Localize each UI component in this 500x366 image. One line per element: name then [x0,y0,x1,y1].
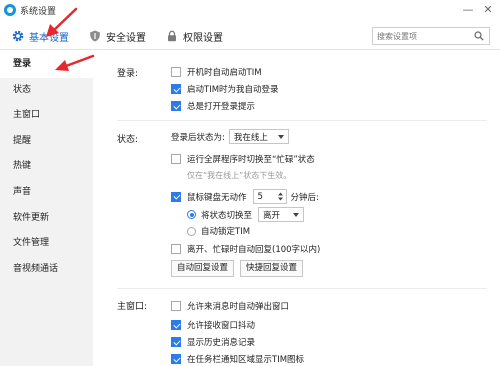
auto-reply-settings-button[interactable]: 自动回复设置 [171,260,235,277]
radio-switch-status[interactable]: 将状态切换至 离开 [187,207,305,222]
option-fullscreen-busy[interactable]: 运行全屏程序时切换至“忙碌”状态 [171,153,315,165]
after-login-status: 登录后状态为: 我在线上 [171,129,289,144]
option-tray-icon[interactable]: 在任务栏通知区域显示TIM图标 [171,353,304,365]
option-label: 在任务栏通知区域显示TIM图标 [187,355,305,365]
lock-icon [168,30,176,42]
sidebar-item-login[interactable]: 登录 [0,52,93,78]
sidebar-item-hotkey[interactable]: 热键 [0,154,93,180]
option-label: 鼠标键盘无动作 [187,192,247,203]
section-label-main-window: 主窗口: [117,302,148,312]
radio-selected[interactable] [187,210,196,219]
sidebar-item-main-window[interactable]: 主窗口 [0,103,93,129]
option-label: 显示历史消息记录 [187,338,256,348]
stepper-arrows-icon[interactable] [277,191,284,202]
settings-sidebar: 登录 状态 主窗口 提醒 热键 声音 软件更新 文件管理 音视频通话 [0,52,93,366]
checkbox[interactable] [171,154,181,164]
window-title: 系统设置 [20,7,57,17]
section-label-login: 登录: [117,69,139,79]
checkbox-checked[interactable] [171,84,181,94]
sidebar-item-sound[interactable]: 声音 [0,180,93,206]
option-idle[interactable]: 鼠标键盘无动作 5 分钟后: [171,189,319,204]
checkbox-checked[interactable] [171,191,181,202]
checkbox[interactable] [171,67,181,77]
chevron-down-icon [277,134,284,139]
checkbox-checked[interactable] [171,354,181,364]
option-login-prompt[interactable]: 总是打开登录提示 [171,100,255,112]
idle-suffix: 分钟后: [290,192,319,203]
minimize-button[interactable]: — [460,2,476,18]
tab-label: 权限设置 [183,32,223,44]
option-label: 启动TIM时为我自动登录 [187,85,279,95]
settings-content: 登录: 开机时自动启动TIM 启动TIM时为我自动登录 总是打开登录提示 状态:… [93,52,500,366]
section-divider [117,288,487,289]
radio[interactable] [187,226,196,236]
radio-label: 将状态切换至 [201,210,253,221]
sidebar-item-software-update[interactable]: 软件更新 [0,206,93,232]
after-login-label: 登录后状态为: [171,132,225,143]
option-label: 总是打开登录提示 [187,102,256,112]
sidebar-item-status[interactable]: 状态 [0,78,93,104]
checkbox-checked[interactable] [171,320,181,330]
sidebar-item-reminder[interactable]: 提醒 [0,129,93,155]
sidebar-item-av-call[interactable]: 音视频通话 [0,257,93,283]
option-label: 允许接收窗口抖动 [187,321,256,331]
tab-label: 基本设置 [29,32,69,44]
switch-status-dropdown[interactable]: 离开 [258,207,305,222]
option-label: 运行全屏程序时切换至“忙碌”状态 [187,155,315,165]
dropdown-value: 我在线上 [233,132,268,143]
search-icon[interactable] [474,31,484,41]
search-input[interactable] [373,28,469,44]
option-auto-login[interactable]: 启动TIM时为我自动登录 [171,83,279,95]
settings-toolbar: 基本设置 安全设置 权限设置 [0,22,500,50]
tab-basic-settings[interactable]: 基本设置 [12,28,69,44]
option-auto-popup[interactable]: 允许来消息时自动弹出窗口 [171,300,289,312]
tab-permission-settings[interactable]: 权限设置 [166,28,223,44]
tab-label: 安全设置 [106,32,146,44]
option-label: 离开、忙碌时自动回复(100字以内) [187,245,321,255]
app-logo-icon [4,4,16,16]
stepper-value: 5 [257,191,263,202]
chevron-down-icon [293,212,300,217]
section-divider [117,120,487,121]
checkbox[interactable] [171,244,181,254]
settings-search[interactable] [372,27,490,45]
gear-icon [12,30,24,42]
dropdown-value: 离开 [263,210,281,221]
checkbox-checked[interactable] [171,101,181,111]
title-bar: 系统设置 — ✕ [0,0,500,20]
option-show-history[interactable]: 显示历史消息记录 [171,336,255,348]
status-dropdown[interactable]: 我在线上 [228,129,289,144]
option-window-shake[interactable]: 允许接收窗口抖动 [171,319,255,331]
checkbox[interactable] [171,301,181,311]
option-label: 允许来消息时自动弹出窗口 [187,302,290,312]
radio-auto-lock[interactable]: 自动锁定TIM [187,225,250,237]
shield-icon [90,30,100,42]
option-label: 开机时自动启动TIM [187,68,262,78]
sidebar-item-file-management[interactable]: 文件管理 [0,231,93,257]
checkbox-checked[interactable] [171,337,181,347]
fullscreen-hint: 仅在“我在线上”状态下生效。 [187,171,292,180]
option-auto-start[interactable]: 开机时自动启动TIM [171,66,262,78]
radio-label: 自动锁定TIM [201,227,251,237]
idle-minutes-stepper[interactable]: 5 [252,189,287,204]
tab-security-settings[interactable]: 安全设置 [89,28,146,44]
section-label-status: 状态: [117,135,139,145]
quick-reply-settings-button[interactable]: 快捷回复设置 [240,260,304,277]
option-auto-reply[interactable]: 离开、忙碌时自动回复(100字以内) [171,243,320,255]
close-button[interactable]: ✕ [480,2,496,18]
